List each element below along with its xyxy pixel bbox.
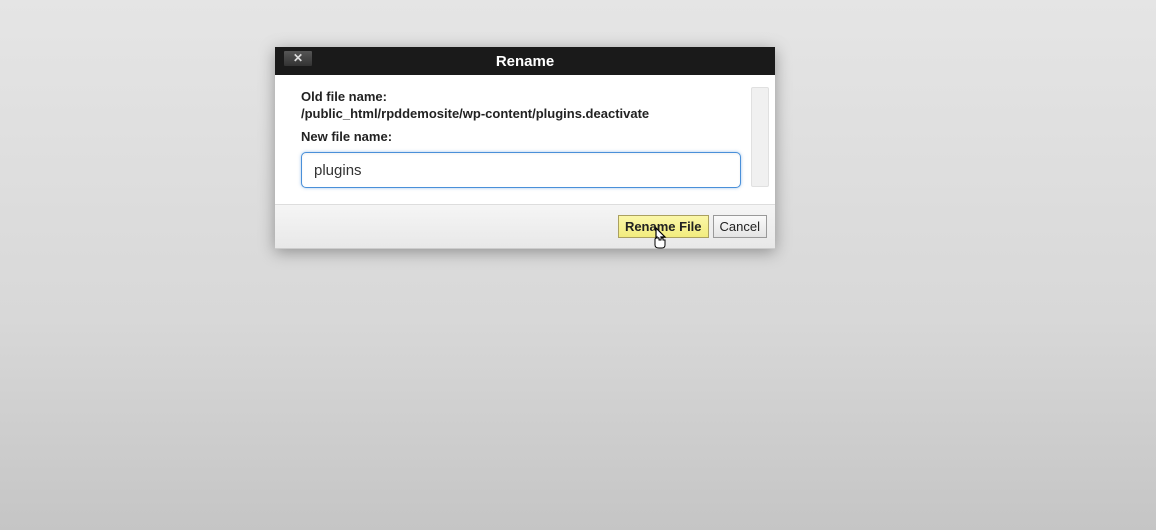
scrollbar-track[interactable] xyxy=(751,87,769,187)
rename-file-button[interactable]: Rename File xyxy=(618,215,709,238)
close-icon: ✕ xyxy=(293,52,303,64)
dialog-body: Old file name: /public_html/rpddemosite/… xyxy=(275,75,775,204)
dialog-titlebar: ✕ Rename xyxy=(275,47,775,75)
rename-dialog: ✕ Rename Old file name: /public_html/rpd… xyxy=(275,47,775,249)
dialog-title: Rename xyxy=(496,53,554,70)
old-file-name-path: /public_html/rpddemosite/wp-content/plug… xyxy=(301,106,749,121)
dialog-footer: Rename File Cancel xyxy=(275,204,775,249)
new-file-name-label: New file name: xyxy=(301,129,749,144)
close-button[interactable]: ✕ xyxy=(283,50,313,67)
old-file-name-label: Old file name: xyxy=(301,89,749,104)
cancel-button[interactable]: Cancel xyxy=(713,215,767,238)
new-file-name-input[interactable] xyxy=(301,152,741,188)
